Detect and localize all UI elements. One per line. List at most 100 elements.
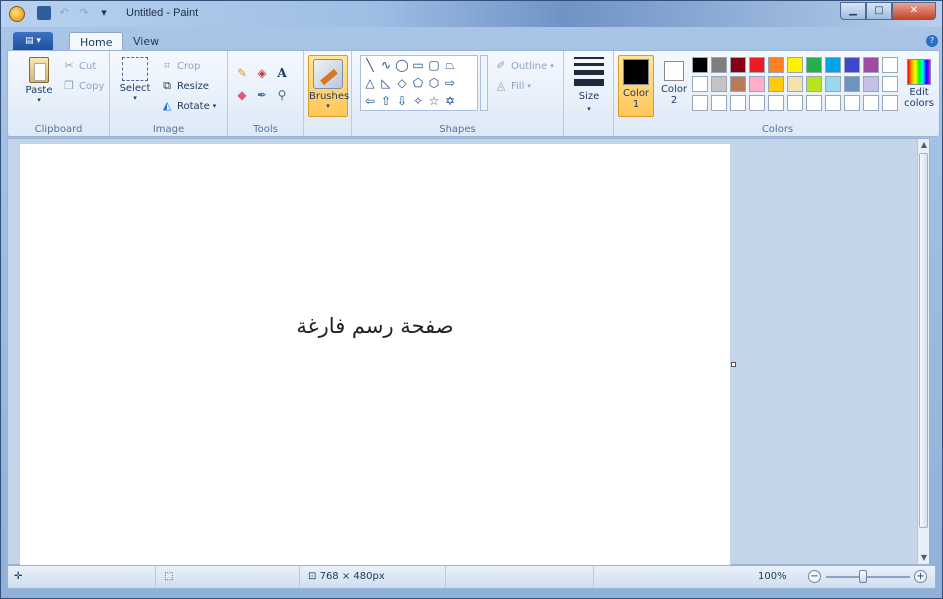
resize-button[interactable]: ⧉ Resize xyxy=(160,79,209,93)
palette-swatch[interactable] xyxy=(768,76,784,92)
palette-swatch[interactable] xyxy=(730,57,746,73)
tools-group-label: Tools xyxy=(253,124,278,135)
brushes-button[interactable]: Brushes ▾ xyxy=(308,55,349,117)
pentagon-shape-icon[interactable]: ⬠ xyxy=(411,76,425,90)
rounded-rectangle-shape-icon[interactable]: ▢ xyxy=(427,58,441,72)
eraser-icon[interactable]: ◆ xyxy=(234,87,250,103)
triangle-shape-icon[interactable]: △ xyxy=(363,76,377,90)
palette-swatch[interactable] xyxy=(730,76,746,92)
palette-swatch[interactable] xyxy=(844,76,860,92)
fill-dropdown-icon: ▾ xyxy=(527,82,531,90)
ribbon-tabs: ▤ ▾ Home View ? xyxy=(1,31,942,51)
outline-icon: ✐ xyxy=(496,59,506,72)
right-triangle-shape-icon[interactable]: ◺ xyxy=(379,76,393,90)
custom-color-slot[interactable] xyxy=(711,95,727,111)
size-button[interactable]: Size ▾ xyxy=(564,51,614,121)
text-tool-icon[interactable]: A xyxy=(274,65,290,81)
zoom-slider-thumb[interactable] xyxy=(859,570,867,583)
hexagon-shape-icon[interactable]: ⬡ xyxy=(427,76,441,90)
custom-color-slot[interactable] xyxy=(882,57,898,73)
four-point-star-shape-icon[interactable]: ✧ xyxy=(411,94,425,108)
fill-bucket-icon[interactable]: ◈ xyxy=(254,65,270,81)
undo-icon[interactable]: ↶ xyxy=(57,6,71,20)
custom-color-slot[interactable] xyxy=(806,95,822,111)
palette-swatch[interactable] xyxy=(825,76,841,92)
custom-color-slot[interactable] xyxy=(787,95,803,111)
palette-swatch[interactable] xyxy=(806,57,822,73)
custom-color-slot[interactable] xyxy=(882,76,898,92)
diamond-shape-icon[interactable]: ◇ xyxy=(395,76,409,90)
oval-shape-icon[interactable]: ◯ xyxy=(395,58,409,72)
custom-color-slot[interactable] xyxy=(825,95,841,111)
drawing-canvas[interactable]: صفحة رسم فارغة xyxy=(20,144,730,565)
cut-button[interactable]: ✂ Cut xyxy=(62,59,96,73)
save-icon[interactable] xyxy=(37,6,51,20)
custom-color-slot[interactable] xyxy=(844,95,860,111)
rotate-button[interactable]: ◭ Rotate ▾ xyxy=(160,99,217,113)
palette-swatch[interactable] xyxy=(844,57,860,73)
scroll-up-icon[interactable]: ▲ xyxy=(918,139,930,151)
color2-button[interactable]: Color 2 xyxy=(656,55,692,117)
line-shape-icon[interactable]: ╲ xyxy=(363,58,377,72)
up-arrow-shape-icon[interactable]: ⇧ xyxy=(379,94,393,108)
palette-swatch[interactable] xyxy=(711,76,727,92)
color1-button[interactable]: Color 1 xyxy=(618,55,654,117)
six-point-star-shape-icon[interactable]: ✡ xyxy=(443,94,457,108)
zoom-in-icon[interactable]: + xyxy=(914,570,927,583)
tab-view[interactable]: View xyxy=(123,32,169,51)
copy-button[interactable]: ❐ Copy xyxy=(62,79,104,93)
custom-color-slot[interactable] xyxy=(882,95,898,111)
palette-swatch[interactable] xyxy=(749,76,765,92)
palette-swatch[interactable] xyxy=(692,57,708,73)
tab-home[interactable]: Home xyxy=(69,32,124,51)
custom-color-slot[interactable] xyxy=(863,95,879,111)
palette-swatch[interactable] xyxy=(825,57,841,73)
custom-color-slot[interactable] xyxy=(692,95,708,111)
magnifier-icon[interactable]: ⚲ xyxy=(274,87,290,103)
color-picker-icon[interactable]: ✒ xyxy=(254,87,270,103)
maximize-button[interactable]: □ xyxy=(866,2,892,20)
crop-button[interactable]: ⌗ Crop xyxy=(160,59,200,73)
scrollbar-thumb[interactable] xyxy=(919,153,928,528)
paint-menu-button[interactable]: ▤ ▾ xyxy=(13,32,53,50)
select-icon xyxy=(122,57,148,81)
right-arrow-shape-icon[interactable]: ⇨ xyxy=(443,76,457,90)
left-arrow-shape-icon[interactable]: ⇦ xyxy=(363,94,377,108)
scroll-down-icon[interactable]: ▼ xyxy=(918,552,930,564)
palette-swatch[interactable] xyxy=(768,57,784,73)
title-bar: ↶ ↷ ▾ Untitled - Paint ▁ □ ✕ xyxy=(1,1,942,27)
custom-color-slot[interactable] xyxy=(768,95,784,111)
select-button[interactable]: Select ▾ xyxy=(118,57,152,102)
close-button[interactable]: ✕ xyxy=(892,2,936,20)
palette-swatch[interactable] xyxy=(863,57,879,73)
edit-colors-button[interactable]: Edit colors xyxy=(902,55,936,109)
palette-swatch[interactable] xyxy=(863,76,879,92)
palette-swatch[interactable] xyxy=(711,57,727,73)
customize-toolbar-icon[interactable]: ▾ xyxy=(97,6,111,20)
polygon-shape-icon[interactable]: ⏢ xyxy=(443,58,457,72)
redo-icon[interactable]: ↷ xyxy=(77,6,91,20)
palette-swatch[interactable] xyxy=(806,76,822,92)
help-icon[interactable]: ? xyxy=(926,35,938,47)
paste-button[interactable]: Paste ▾ xyxy=(22,57,56,104)
zoom-slider[interactable] xyxy=(826,576,910,578)
five-point-star-shape-icon[interactable]: ☆ xyxy=(427,94,441,108)
minimize-button[interactable]: ▁ xyxy=(840,2,866,20)
outline-button[interactable]: ✐ Outline ▾ xyxy=(494,59,553,73)
rectangle-shape-icon[interactable]: ▭ xyxy=(411,58,425,72)
custom-color-slot[interactable] xyxy=(749,95,765,111)
paint-app-icon[interactable] xyxy=(9,6,25,22)
palette-swatch[interactable] xyxy=(787,57,803,73)
shapes-gallery-scroll[interactable] xyxy=(480,55,488,111)
down-arrow-shape-icon[interactable]: ⇩ xyxy=(395,94,409,108)
palette-swatch[interactable] xyxy=(749,57,765,73)
fill-button[interactable]: ◬ Fill ▾ xyxy=(494,79,531,93)
custom-color-slot[interactable] xyxy=(730,95,746,111)
curve-shape-icon[interactable]: ∿ xyxy=(379,58,393,72)
zoom-out-icon[interactable]: − xyxy=(808,570,821,583)
vertical-scrollbar[interactable]: ▲ ▼ xyxy=(917,139,929,564)
palette-swatch[interactable] xyxy=(787,76,803,92)
canvas-resize-handle[interactable] xyxy=(731,362,736,367)
palette-swatch[interactable] xyxy=(692,76,708,92)
pencil-icon[interactable]: ✎ xyxy=(234,65,250,81)
